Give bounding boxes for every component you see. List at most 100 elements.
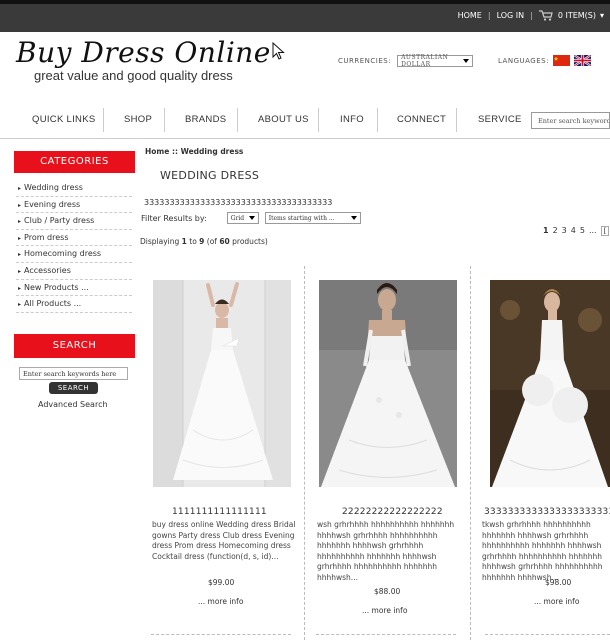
breadcrumb-current: Wedding dress [180,147,244,156]
top-bar: HOME | LOG IN | 0 ITEM(S) ▾ [0,0,610,32]
category-accessories[interactable]: ▸ Accessories [16,263,132,280]
next-page-button[interactable]: [ [600,226,610,236]
chevron-down-icon [248,216,255,220]
more-info-link[interactable]: ... more info [534,597,579,606]
category-label: Evening dress [24,199,81,209]
grid-divider [485,634,610,635]
product-name[interactable]: 3333333333333333333333 [484,507,610,517]
sidebar-search-input[interactable]: Enter search keywords here [19,367,128,380]
categories-heading: CATEGORIES [14,151,135,173]
view-select-value: Grid [230,214,245,222]
bullet-icon: ▸ [18,251,22,259]
results-to: 9 [199,237,205,246]
login-link[interactable]: LOG IN [497,11,525,20]
product-image[interactable] [153,280,291,487]
grid-divider [151,634,291,635]
top-separator: | [530,10,533,20]
category-label: Prom dress [24,232,69,242]
currency-select[interactable]: AUSTRALIAN DOLLAR [397,54,474,68]
results-prefix: Displaying [140,237,180,246]
category-club-party-dress[interactable]: ▸ Club / Party dress [16,213,132,230]
page-1: 1 [543,226,549,235]
language-selector: LANGUAGES: [498,55,591,66]
nav-connect[interactable]: CONNECT [397,114,446,125]
bullet-icon: ▸ [18,301,22,309]
nav-about-us[interactable]: ABOUT US [258,114,309,125]
languages-label: LANGUAGES: [498,56,549,65]
product-price: $88.00 [374,587,401,596]
view-select[interactable]: Grid [226,212,259,224]
currency-value: AUSTRALIAN DOLLAR [401,54,449,68]
category-new-products[interactable]: ▸ New Products ... [16,280,132,297]
results-of-word: (of [206,237,217,246]
logo-tagline: great value and good quality dress [34,68,233,83]
page-2[interactable]: 2 [553,226,558,236]
starting-with-select[interactable]: Items starting with ... [264,212,361,224]
nav-service[interactable]: SERVICE [478,114,522,125]
category-homecoming-dress[interactable]: ▸ Homecoming dress [16,246,132,263]
category-wedding-dress[interactable]: ▸ Wedding dress [16,180,132,197]
grid-divider [470,266,471,640]
currencies-label: CURRENCIES: [338,57,392,65]
category-prom-dress[interactable]: ▸ Prom dress [16,230,132,247]
nav-divider [377,108,378,132]
page-more[interactable]: ... [589,226,597,236]
advanced-search-link[interactable]: Advanced Search [38,400,108,409]
breadcrumb-separator: :: [171,147,178,156]
sidebar-search-button[interactable]: SEARCH [49,382,98,394]
nav-quick-links[interactable]: QUICK LINKS [32,114,95,125]
currency-selector: CURRENCIES: AUSTRALIAN DOLLAR [338,54,474,68]
category-label: Club / Party dress [24,216,95,226]
product-image[interactable] [490,280,610,487]
page-3[interactable]: 3 [562,226,567,236]
more-info-link[interactable]: ... more info [198,597,243,606]
shopping-cart-icon[interactable] [538,10,553,21]
category-label: Homecoming dress [24,249,102,259]
china-flag-icon[interactable] [552,55,570,66]
product-name[interactable]: 1111111111111111 [172,507,267,517]
nav-shop[interactable]: SHOP [124,114,152,125]
breadcrumb-home[interactable]: Home [145,147,169,156]
product-description: wsh grhrhhhh hhhhhhhhhh hhhhhhh hhhhwsh … [317,520,455,582]
top-separator: | [487,10,491,20]
results-total: 60 [219,237,230,246]
results-to-word: to [189,237,197,246]
search-heading: SEARCH [14,334,135,358]
category-label: Wedding dress [24,183,83,192]
product-price: $98.00 [545,578,572,587]
nav-divider [103,108,104,132]
bullet-icon: ▸ [18,218,22,226]
nav-brands[interactable]: BRANDS [185,114,226,125]
filter-bar: Filter Results by: Grid Items starting w… [141,212,361,224]
more-info-link[interactable]: ... more info [362,606,407,615]
grid-divider [316,634,456,635]
site-logo[interactable]: Buy Dress Online great value and good qu… [16,36,286,83]
results-count: Displaying 1 to 9 (of 60 products) [140,237,268,246]
product-description: buy dress online Wedding dress Bridal go… [152,520,296,561]
nav-divider [164,108,165,132]
uk-flag-icon[interactable] [573,55,591,66]
page-5[interactable]: 5 [580,226,585,236]
starting-with-value: Items starting with ... [268,214,335,222]
breadcrumb: Home :: Wedding dress [145,147,243,156]
product-name[interactable]: 22222222222222222 [342,507,443,517]
category-description: 3333333333333333333333333333333333333 [144,198,333,207]
category-evening-dress[interactable]: ▸ Evening dress [16,197,132,214]
page-4[interactable]: 4 [571,226,576,236]
nav-divider-line [0,138,610,139]
product-price: $99.00 [208,578,235,587]
chevron-down-icon[interactable]: ▾ [600,11,604,20]
header-search-input[interactable]: Enter search keywords here [531,112,610,129]
category-all-products[interactable]: ▸ All Products ... [16,296,132,313]
results-from: 1 [181,237,187,246]
nav-info[interactable]: INFO [340,114,364,125]
logo-title: Buy Dress Online [16,36,271,69]
category-label: New Products ... [24,282,89,292]
chevron-down-icon [463,59,470,63]
product-description: tkwsh grhrhhhh hhhhhhhhhh hhhhhhh hhhhws… [482,520,603,582]
nav-divider [318,108,319,132]
cart-count-link[interactable]: 0 ITEM(S) [558,11,596,20]
product-image[interactable] [319,280,457,487]
home-link[interactable]: HOME [458,11,482,20]
results-suffix: products) [232,237,268,246]
